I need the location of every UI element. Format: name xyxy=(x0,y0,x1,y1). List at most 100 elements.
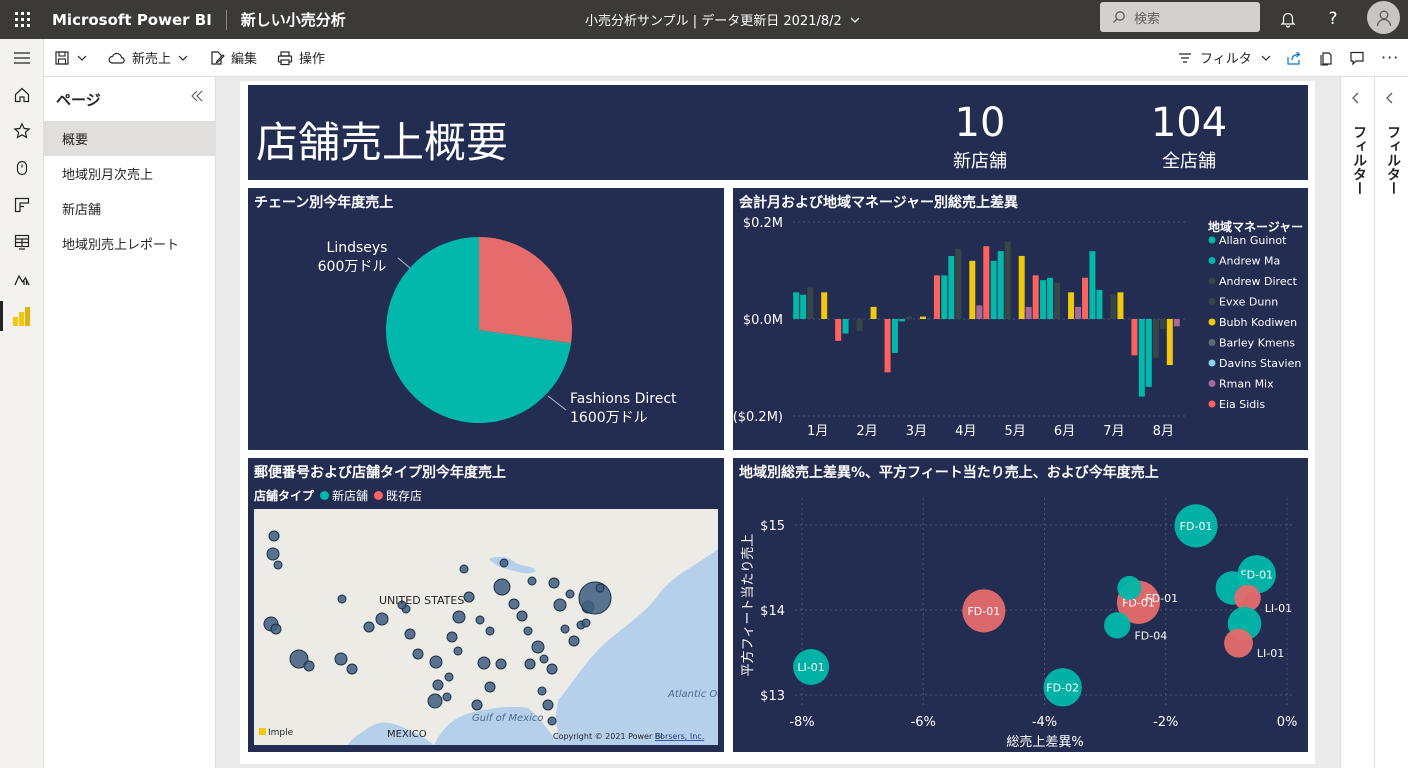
bar-mark[interactable] xyxy=(1110,294,1117,319)
map-store-bubble[interactable] xyxy=(412,648,424,660)
bar-mark[interactable] xyxy=(793,292,800,319)
map-store-bubble[interactable] xyxy=(463,591,475,603)
edit-button[interactable]: 編集 xyxy=(199,39,267,77)
map-store-bubble[interactable] xyxy=(273,560,283,570)
bar-mark[interactable] xyxy=(969,260,976,319)
map-store-bubble[interactable] xyxy=(542,699,554,711)
bar-mark[interactable] xyxy=(976,305,983,319)
map-store-bubble[interactable] xyxy=(578,581,612,615)
bar-mark[interactable] xyxy=(1040,280,1047,319)
map-store-bubble[interactable] xyxy=(452,610,466,624)
map-store-bubble[interactable] xyxy=(565,589,575,599)
bar-chart[interactable]: $0.2M $0.0M ($0.2M) 1月 2月 3月 4月 5月 6月 7月 8月 地域マ… xyxy=(733,188,1308,450)
map-store-bubble[interactable] xyxy=(442,692,452,702)
map-store-bubble[interactable] xyxy=(427,693,443,709)
bar-mark[interactable] xyxy=(835,319,842,341)
map-store-bubble[interactable] xyxy=(266,547,280,561)
map-store-bubble[interactable] xyxy=(485,626,495,636)
bar-mark[interactable] xyxy=(1173,319,1180,327)
bar-mark[interactable] xyxy=(1166,319,1173,366)
map-store-bubble[interactable] xyxy=(303,660,315,672)
brand-name[interactable]: Microsoft Power BI xyxy=(52,11,212,29)
bar-mark[interactable] xyxy=(1089,251,1096,319)
map-store-bubble[interactable] xyxy=(346,663,358,675)
legend-item[interactable]: Rman Mix xyxy=(1208,378,1275,391)
map-store-bubble[interactable] xyxy=(548,577,560,589)
header-tile[interactable]: 店舗売上概要 10 新店舗 104 全店舗 xyxy=(248,85,1308,180)
map-store-bubble[interactable] xyxy=(268,530,280,542)
menu-button[interactable] xyxy=(11,47,33,69)
bar-mark[interactable] xyxy=(884,319,891,373)
notifications-button[interactable] xyxy=(1277,8,1299,30)
page-item-new-stores[interactable]: 新店舗 xyxy=(44,191,215,226)
user-avatar-button[interactable] xyxy=(1367,1,1400,34)
legend-item[interactable]: Allan Guinot xyxy=(1208,234,1288,247)
comment-button[interactable] xyxy=(1349,39,1365,77)
map-tile[interactable]: 郵便番号および店舗タイプ別今年度売上 店舗タイプ 新店舗 既存店 UNITED … xyxy=(248,458,724,752)
map-store-bubble[interactable] xyxy=(270,623,282,635)
map-store-bubble[interactable] xyxy=(539,654,549,664)
copy-button[interactable] xyxy=(1318,39,1334,77)
map-store-bubble[interactable] xyxy=(508,598,520,610)
filter-pane-outer[interactable]: フィルター xyxy=(1374,77,1408,768)
pie-chart-tile[interactable]: チェーン別今年度売上 Lindseys 600万ドル Fashions Dire… xyxy=(248,188,724,450)
map-store-bubble[interactable] xyxy=(524,658,536,670)
legend-item[interactable]: Eia Sidis xyxy=(1208,398,1266,411)
page-item-regional-report[interactable]: 地域別売上レポート xyxy=(44,226,215,261)
map-store-bubble[interactable] xyxy=(568,635,580,647)
bar-mark[interactable] xyxy=(842,319,849,334)
help-button[interactable]: ? xyxy=(1322,8,1344,30)
bar-mark[interactable] xyxy=(955,248,962,319)
map-store-bubble[interactable] xyxy=(453,646,463,656)
map-store-bubble[interactable] xyxy=(446,631,458,643)
nav-workspace-active[interactable] xyxy=(11,305,33,327)
map-store-bubble[interactable] xyxy=(471,699,483,711)
filter-pane-inner[interactable]: フィルター xyxy=(1340,77,1374,768)
print-button[interactable]: 操作 xyxy=(267,39,335,77)
bar-mark[interactable] xyxy=(856,319,863,332)
scatter-point[interactable] xyxy=(1104,612,1131,639)
bar-mark[interactable] xyxy=(891,319,898,353)
map-store-bubble[interactable] xyxy=(432,679,444,691)
map-store-bubble[interactable] xyxy=(560,624,570,634)
map-store-bubble[interactable] xyxy=(475,615,485,625)
map-store-bubble[interactable] xyxy=(553,598,567,612)
map-store-bubble[interactable] xyxy=(516,610,528,622)
bar-mark[interactable] xyxy=(1025,306,1032,319)
map-store-bubble[interactable] xyxy=(375,612,389,626)
nav-shared[interactable] xyxy=(11,231,33,253)
map-store-bubble[interactable] xyxy=(334,652,348,666)
nav-recent[interactable] xyxy=(11,157,33,179)
map-store-bubble[interactable] xyxy=(337,594,347,604)
pie-slice-lindseys[interactable] xyxy=(479,237,572,344)
share-button[interactable] xyxy=(1286,39,1302,77)
map-store-bubble[interactable] xyxy=(527,576,537,586)
page-item-overview[interactable]: 概要 xyxy=(44,121,215,156)
collapse-pages-button[interactable] xyxy=(190,88,204,107)
report-name[interactable]: 新しい小売分析 xyxy=(241,9,346,30)
map-store-bubble[interactable] xyxy=(493,578,511,596)
map-store-bubble[interactable] xyxy=(595,583,605,593)
bar-mark[interactable] xyxy=(933,275,940,319)
map-store-bubble[interactable] xyxy=(477,656,491,670)
map-store-bubble[interactable] xyxy=(547,716,557,726)
map-view[interactable]: UNITED STATES MEXICO Gulf of Mexico Atla… xyxy=(254,509,718,745)
bar-mark[interactable] xyxy=(1096,289,1103,319)
bar-mark[interactable] xyxy=(948,255,955,319)
scatter-chart-tile[interactable]: 地域別総売上差異%、平方フィート当たり売上、および今年度売上 -8% -6% -4%… xyxy=(733,458,1308,752)
map-store-bubble[interactable] xyxy=(429,655,443,669)
bar-mark[interactable] xyxy=(1145,319,1152,387)
legend-item[interactable]: Evxe Dunn xyxy=(1208,296,1279,309)
map-terms-link[interactable]: Eorsers, Inc. xyxy=(655,732,704,741)
map-store-bubble[interactable] xyxy=(444,672,454,682)
bar-mark[interactable] xyxy=(1054,282,1061,319)
search-box[interactable]: 検索 xyxy=(1100,2,1260,32)
bar-mark[interactable] xyxy=(1152,319,1159,358)
bar-mark[interactable] xyxy=(1159,319,1166,329)
map-store-bubble[interactable] xyxy=(484,681,496,693)
map-store-bubble[interactable] xyxy=(537,686,547,696)
bar-mark[interactable] xyxy=(870,306,877,319)
bar-mark[interactable] xyxy=(898,319,905,322)
map-legend-existing[interactable]: 既存店 xyxy=(374,487,422,504)
more-options-button[interactable]: ··· xyxy=(1381,39,1399,77)
